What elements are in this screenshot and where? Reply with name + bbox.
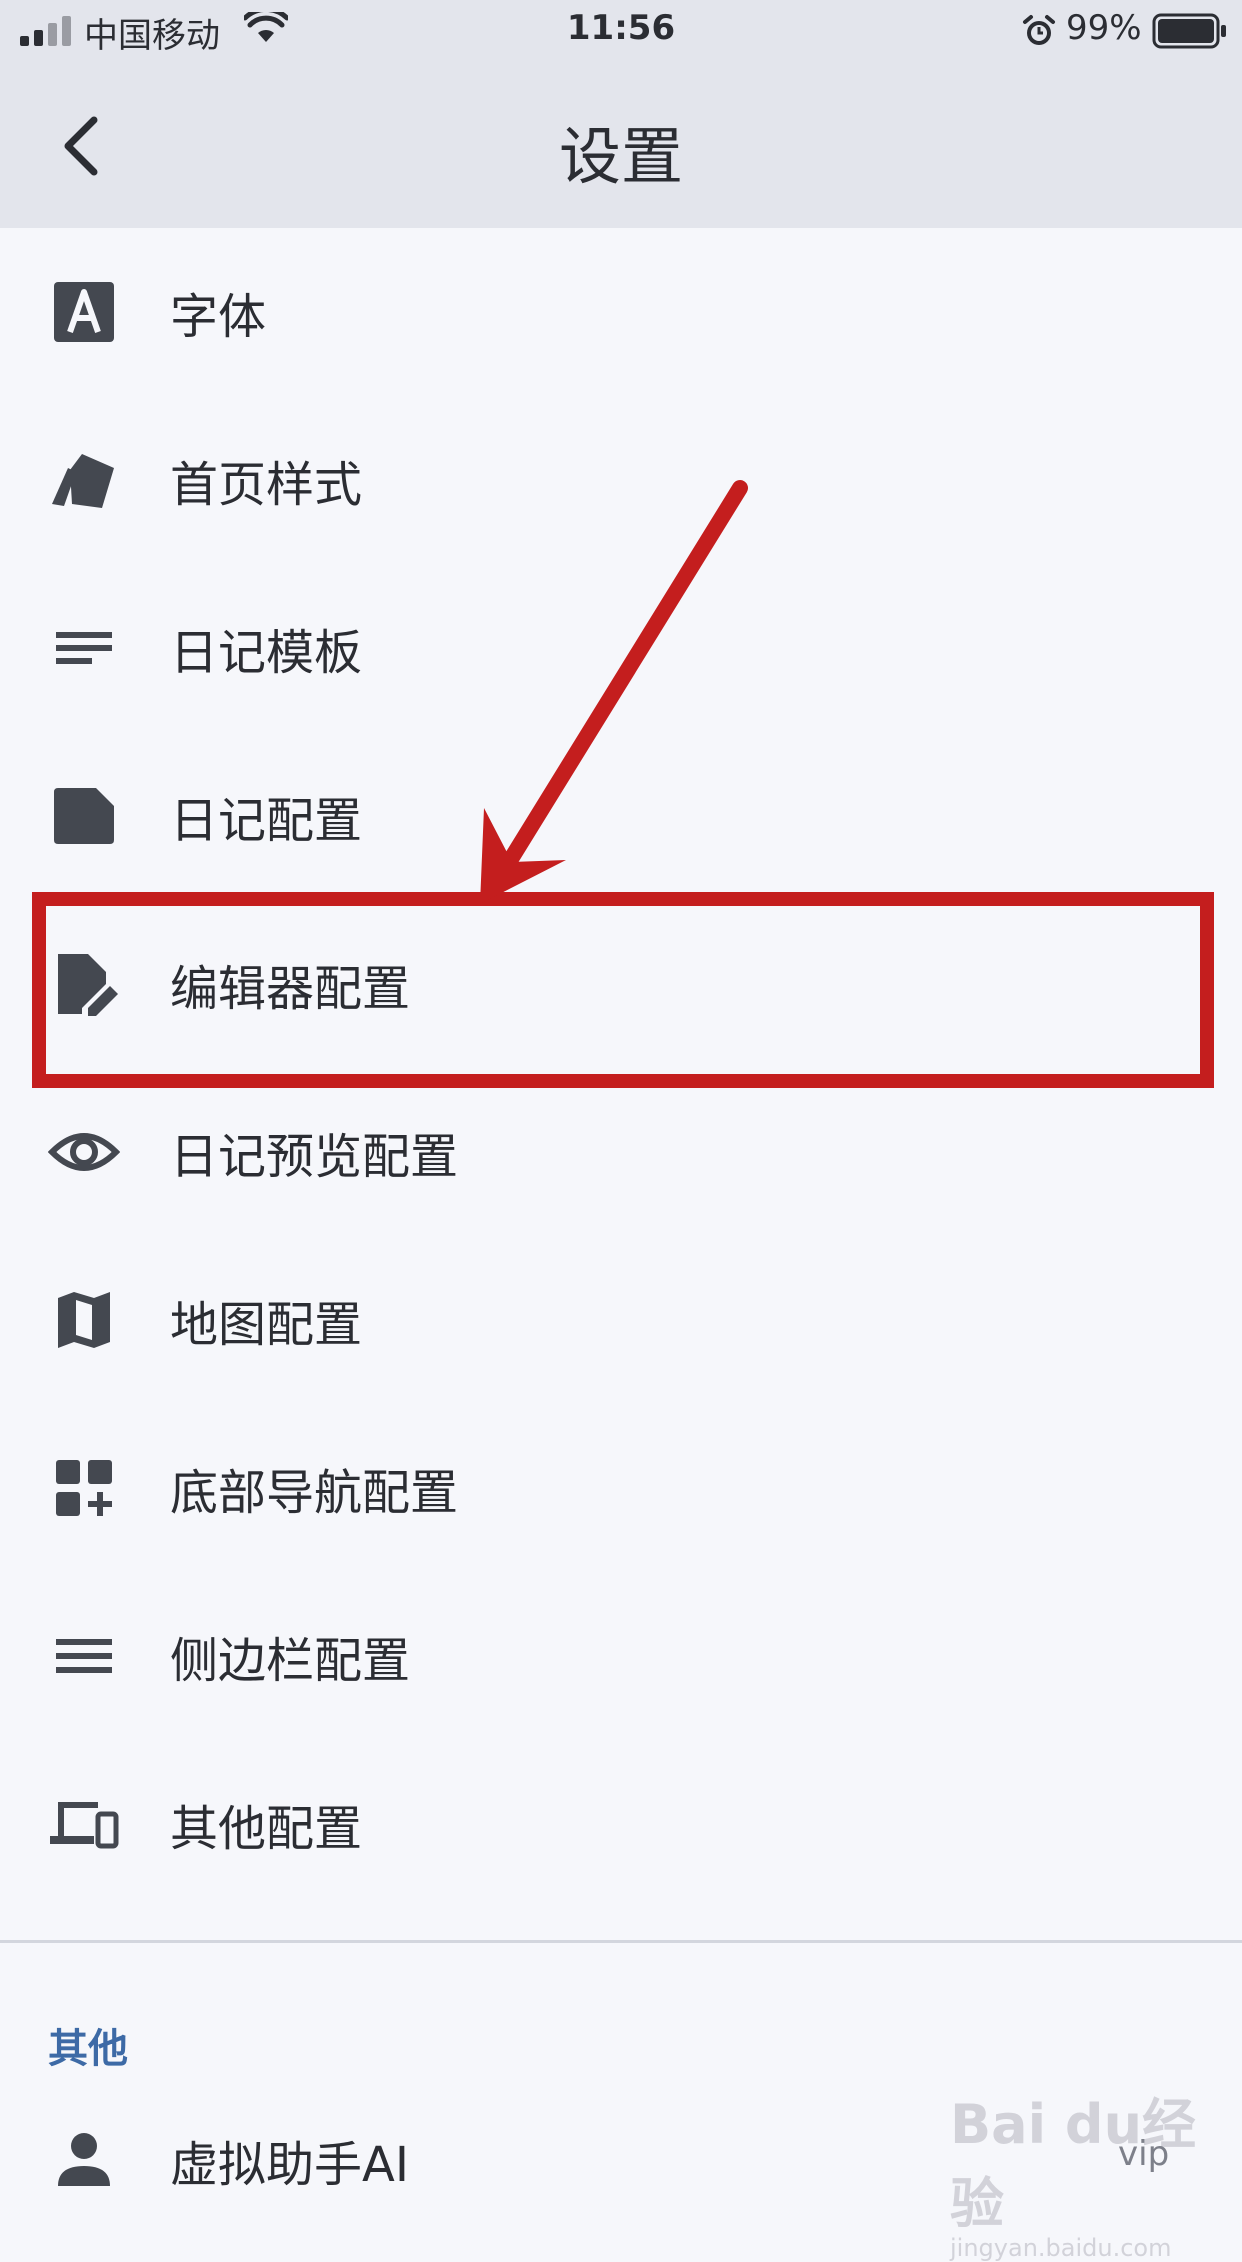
cards-icon	[52, 454, 114, 508]
settings-item-label: 日记模板	[170, 625, 363, 681]
settings-item-map-config[interactable]: 地图配置	[0, 1236, 1242, 1404]
settings-item-other-config[interactable]: 其他配置	[0, 1740, 1242, 1908]
settings-list: 字体 首页样式 日记模板 日记配置 编辑器配置 日记预览配置 地图配置 底部导航…	[0, 228, 1242, 1908]
person-icon	[58, 2133, 110, 2186]
map-icon	[58, 1292, 110, 1348]
settings-item-label: 日记预览配置	[170, 1129, 459, 1185]
settings-item-diary-config[interactable]: 日记配置	[0, 732, 1242, 900]
settings-item-diary-template[interactable]: 日记模板	[0, 564, 1242, 732]
settings-item-sidebar-config[interactable]: 侧边栏配置	[0, 1572, 1242, 1740]
settings-item-label: 编辑器配置	[170, 961, 411, 1017]
template-lines-icon	[56, 632, 112, 664]
navigation-bar: 设置	[0, 62, 1242, 228]
settings-item-label: 字体	[170, 289, 267, 345]
status-bar: 中国移动 11:56 99%	[0, 0, 1242, 62]
watermark-url: jingyan.baidu.com	[950, 2234, 1172, 2262]
settings-item-label: 首页样式	[170, 457, 363, 513]
menu-icon	[56, 1639, 112, 1673]
settings-item-label: 底部导航配置	[170, 1465, 459, 1521]
grid-add-icon	[56, 1460, 112, 1516]
settings-item-label: 地图配置	[170, 1297, 363, 1353]
settings-item-bottom-nav-config[interactable]: 底部导航配置	[0, 1404, 1242, 1572]
battery-percentage: 99%	[1066, 8, 1142, 48]
edit-document-icon	[58, 954, 118, 1016]
settings-item-label: 侧边栏配置	[170, 1633, 411, 1689]
settings-item-label: 日记配置	[170, 793, 363, 849]
document-icon	[54, 788, 114, 844]
alarm-icon	[1023, 15, 1055, 45]
settings-item-home-style[interactable]: 首页样式	[0, 396, 1242, 564]
settings-item-label: 其他配置	[170, 1801, 363, 1857]
settings-item-editor-config[interactable]: 编辑器配置	[0, 900, 1242, 1068]
devices-icon	[50, 1802, 119, 1849]
settings-item-diary-preview-config[interactable]: 日记预览配置	[0, 1068, 1242, 1236]
battery-icon	[1152, 13, 1226, 49]
baidu-watermark: Bai du经验 jingyan.baidu.com	[950, 2080, 1242, 2262]
vip-badge: vip	[1118, 2134, 1170, 2174]
settings-item-font[interactable]: 字体	[0, 228, 1242, 396]
page-title: 设置	[558, 120, 683, 193]
eye-icon	[48, 1133, 120, 1171]
section-title-other: 其他	[48, 2026, 128, 2072]
font-icon	[54, 282, 114, 342]
settings-item-label: 虚拟助手AI	[170, 2137, 409, 2193]
section-divider	[0, 1940, 1242, 1943]
